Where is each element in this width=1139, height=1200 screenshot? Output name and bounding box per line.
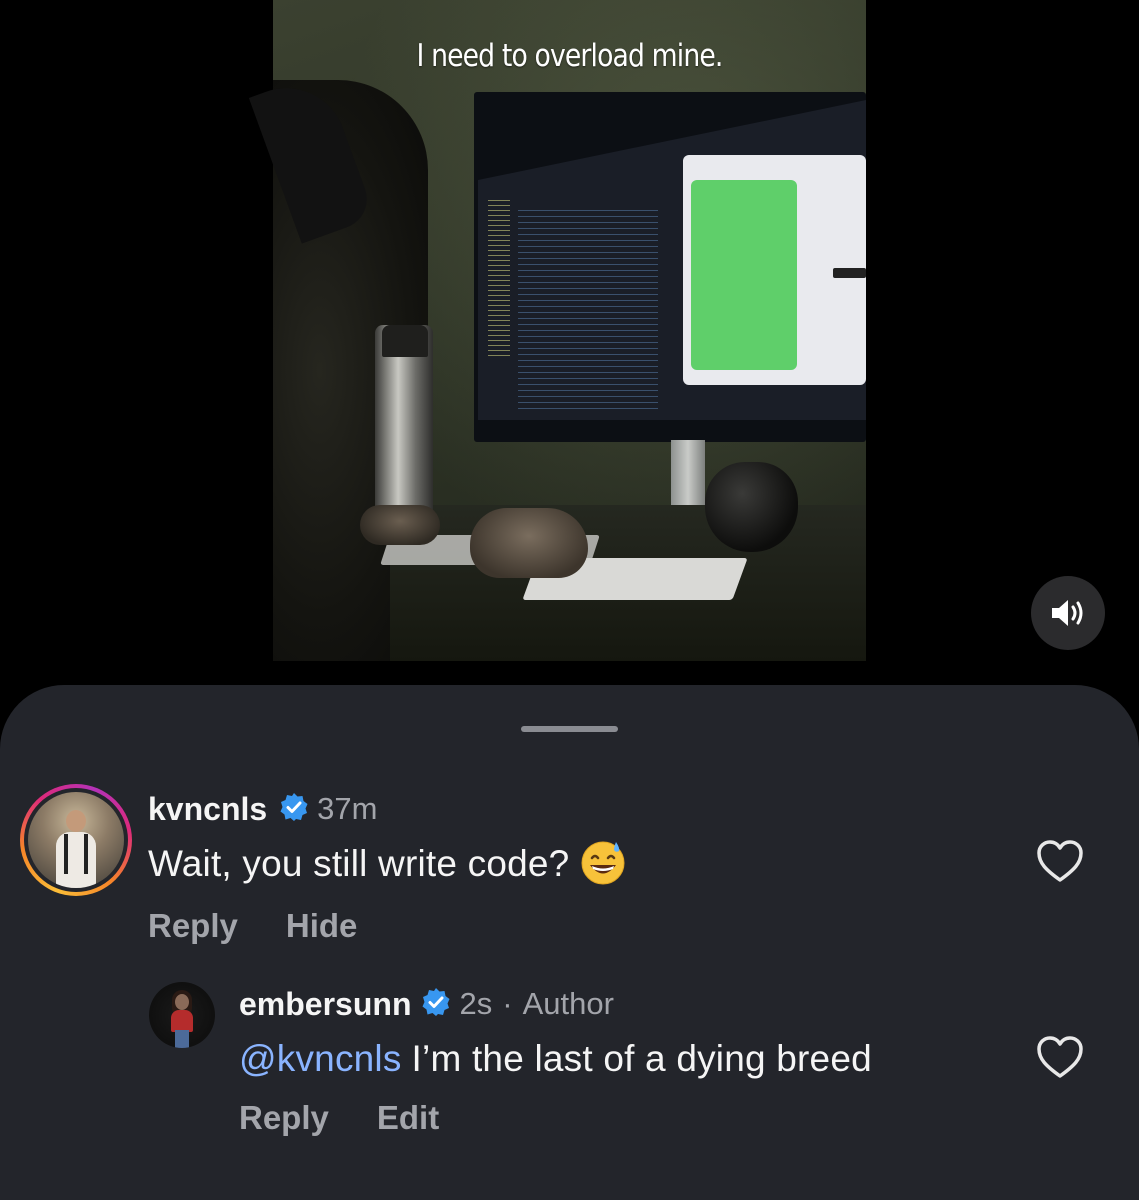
avatar-figure-head	[66, 810, 86, 832]
sheet-drag-handle[interactable]	[521, 726, 618, 732]
avatar-figure-strap	[84, 834, 88, 874]
like-button[interactable]	[1036, 839, 1084, 888]
comment-timestamp: 37m	[317, 791, 378, 826]
comment-actions: Reply Hide	[148, 903, 357, 949]
reply-button[interactable]: Reply	[239, 1099, 329, 1137]
reply-button[interactable]: Reply	[148, 907, 238, 945]
comment-body: Wait, you still write code?	[148, 837, 627, 891]
video-hand-right	[470, 508, 588, 578]
grinning-face-with-sweat-emoji	[579, 838, 627, 891]
reply-text: I’m the last of a dying breed	[411, 1038, 872, 1079]
comments-sheet: kvncnls 37m Wait, you still write code?	[0, 685, 1139, 1200]
verified-badge-icon	[421, 987, 451, 1022]
video-green-card	[691, 180, 797, 370]
avatar-gap	[24, 788, 128, 892]
hide-button[interactable]: Hide	[286, 907, 358, 945]
author-label: Author	[522, 986, 614, 1021]
heart-outline-icon	[1037, 840, 1083, 882]
avatar-embersunn[interactable]	[149, 982, 215, 1048]
video-bottle-cap	[382, 325, 428, 357]
mention-link[interactable]: @kvncnls	[239, 1038, 402, 1080]
meta-separator: ·	[502, 986, 513, 1021]
reply-username[interactable]: embersunn	[239, 986, 411, 1023]
heart-outline-icon	[1037, 1036, 1083, 1078]
video-code-lines	[518, 210, 658, 410]
avatar-figure-strap	[64, 834, 68, 874]
verified-badge-icon	[279, 792, 309, 827]
comment-header: kvncnls 37m	[148, 787, 377, 831]
video-caption: I need to overload mine.	[416, 38, 723, 74]
avatar-figure-legs	[175, 1030, 189, 1048]
video-preview-button	[833, 268, 866, 278]
edit-button[interactable]: Edit	[377, 1099, 439, 1137]
like-button[interactable]	[1036, 1035, 1084, 1084]
reply-actions: Reply Edit	[239, 1095, 439, 1141]
reply-header: embersunn 2s · Author	[239, 982, 614, 1026]
comment-username[interactable]: kvncnls	[148, 791, 267, 828]
video-code-sidebar	[488, 200, 510, 360]
video-hand-left	[360, 505, 440, 545]
avatar-figure-head	[175, 994, 189, 1010]
reply-body: @kvncnls I’m the last of a dying breed	[239, 1034, 872, 1084]
story-avatar-ring[interactable]	[20, 784, 132, 896]
video-cup	[705, 462, 798, 552]
sound-toggle-button[interactable]	[1031, 576, 1105, 650]
avatar-figure-body	[56, 832, 96, 888]
speaker-on-icon	[1052, 600, 1083, 626]
avatar-figure-body	[171, 1010, 193, 1032]
avatar-kvncnls	[28, 792, 124, 888]
comment-text: Wait, you still write code?	[148, 843, 570, 884]
reply-timestamp: 2s	[459, 986, 493, 1021]
